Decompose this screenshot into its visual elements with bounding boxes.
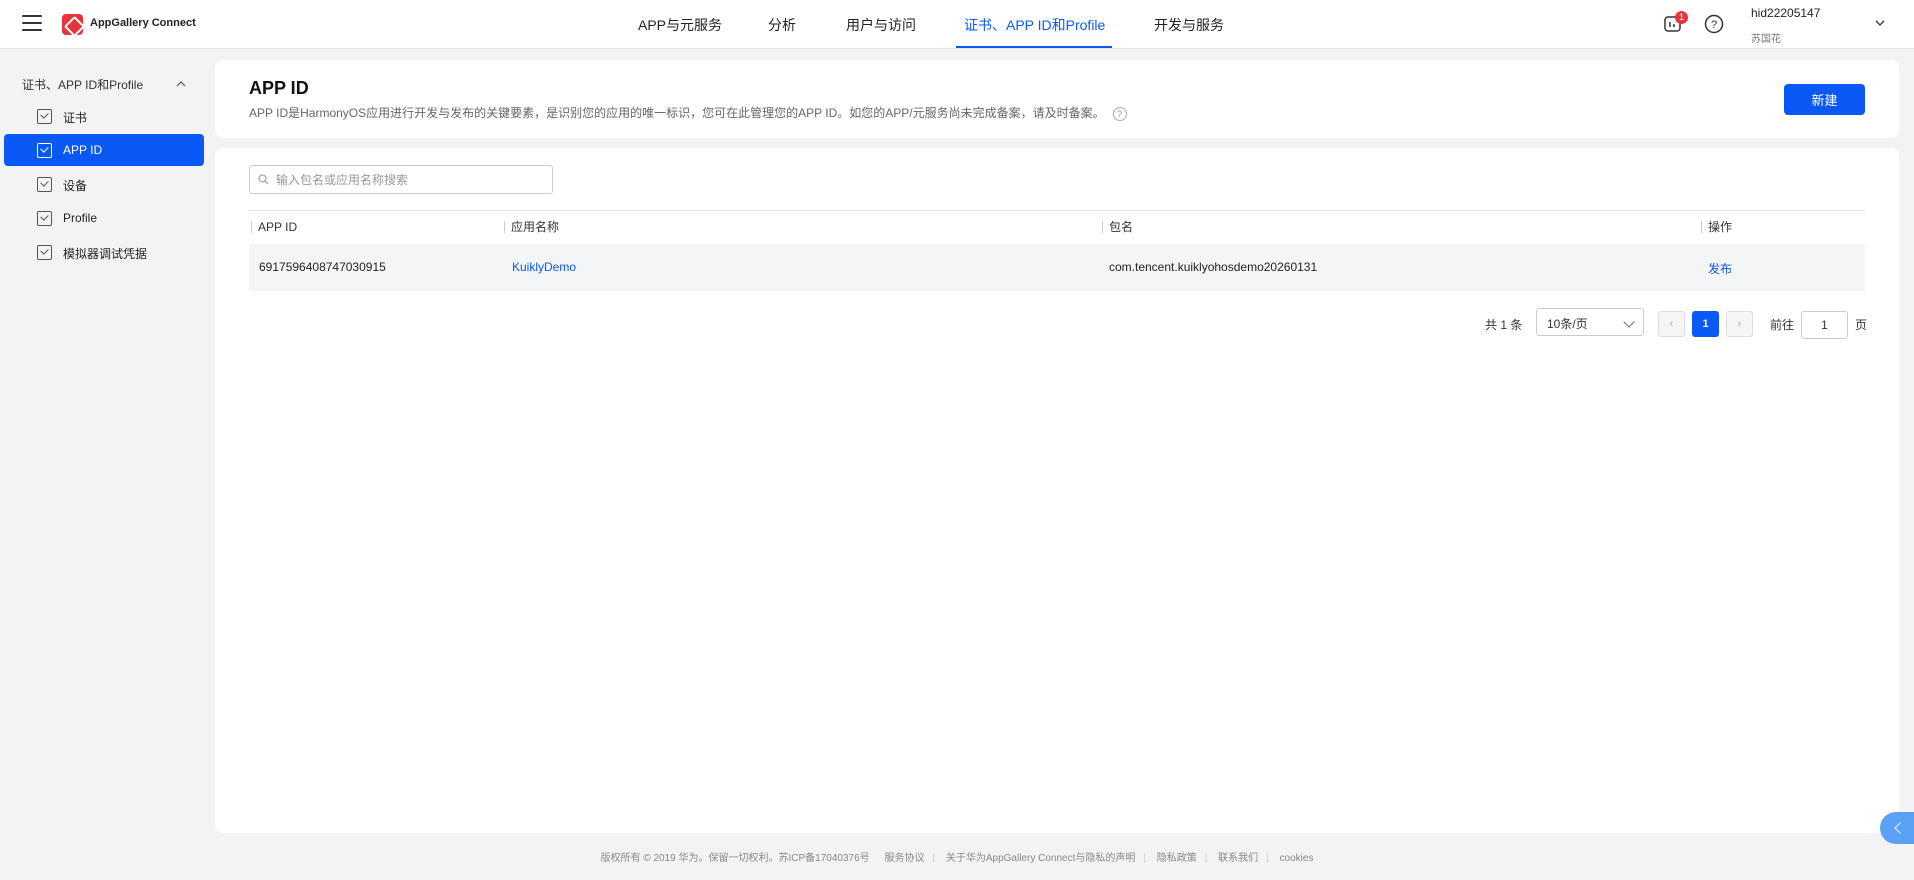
nav-users-access[interactable]: 用户与访问 [846, 15, 916, 35]
chevron-down-icon [1623, 316, 1635, 328]
profile-icon [37, 211, 52, 226]
sidebar-item-emulator-credentials[interactable]: 模拟器调试凭据 [4, 236, 204, 268]
chevron-up-icon[interactable] [175, 78, 187, 90]
device-icon [37, 177, 52, 192]
collapse-panel-tab-chevron-left-icon[interactable] [1880, 812, 1914, 844]
footer-link-privacy-statement[interactable]: 关于华为AppGallery Connect与隐私的声明 [946, 853, 1136, 864]
brand-name[interactable]: AppGallery Connect [90, 17, 196, 29]
sidebar-item-label: 设备 [63, 179, 88, 193]
cell-package-name: com.tencent.kuiklyohosdemo20260131 [1109, 260, 1318, 274]
sidebar-group-label[interactable]: 证书、APP ID和Profile [22, 76, 143, 93]
content-card: APP ID 应用名称 包名 操作 6917596408747030915 Ku… [215, 148, 1899, 833]
app-id-icon [37, 143, 52, 158]
search-icon [258, 174, 269, 185]
nav-certificates[interactable]: 证书、APP ID和Profile [964, 15, 1105, 35]
prev-page-button[interactable]: ‹ [1658, 311, 1685, 337]
goto-label: 前往 [1770, 318, 1795, 332]
footer-link-service-agreement[interactable]: 服务协议 [884, 853, 924, 864]
column-header-app-name: 应用名称 [504, 221, 559, 233]
next-page-button[interactable]: › [1726, 311, 1753, 337]
sidebar-item-label: 模拟器调试凭据 [63, 247, 148, 261]
svg-text:?: ? [1711, 19, 1717, 31]
notification-badge: 1 [1675, 11, 1688, 24]
menu-icon[interactable] [22, 15, 42, 31]
search-input[interactable] [276, 170, 546, 190]
chevron-down-icon[interactable] [1874, 17, 1886, 29]
table-header: APP ID 应用名称 包名 操作 [249, 210, 1865, 244]
nav-active-indicator [956, 46, 1112, 48]
publish-action-link[interactable]: 发布 [1708, 260, 1732, 277]
footer-copyright: 版权所有 © 2019 华为。保留一切权利。苏ICP备17040376号 [600, 853, 870, 864]
top-bar: AppGallery Connect APP与元服务 分析 用户与访问 证书、A… [0, 0, 1914, 49]
question-circle-icon[interactable]: ? [1112, 106, 1127, 121]
footer: 版权所有 © 2019 华为。保留一切权利。苏ICP备17040376号 服务协… [600, 853, 1314, 864]
goto-page-input[interactable] [1801, 311, 1848, 339]
sidebar: 证书、APP ID和Profile 证书 APP ID 设备 Profile 模… [0, 50, 210, 880]
user-account-name[interactable]: hid22205147 [1751, 6, 1820, 20]
footer-link-contact[interactable]: 联系我们 [1218, 853, 1258, 864]
sidebar-item-profile[interactable]: Profile [4, 202, 204, 234]
column-header-action: 操作 [1701, 221, 1732, 233]
cell-app-name-link[interactable]: KuiklyDemo [512, 260, 576, 274]
nav-dev-services[interactable]: 开发与服务 [1154, 15, 1224, 35]
certificate-icon [37, 109, 52, 124]
new-app-id-button[interactable]: 新建 [1784, 84, 1865, 115]
page-header-card: APP ID APP ID是HarmonyOS应用进行开发与发布的关键要素，是识… [215, 60, 1899, 138]
sidebar-item-label: Profile [63, 211, 98, 225]
footer-link-cookies[interactable]: cookies [1280, 853, 1314, 864]
help-icon[interactable]: ? [1703, 13, 1725, 35]
nav-app-services[interactable]: APP与元服务 [638, 15, 722, 35]
footer-link-privacy-policy[interactable]: 隐私政策 [1157, 853, 1197, 864]
sidebar-item-app-id[interactable]: APP ID [4, 134, 204, 166]
column-header-app-id: APP ID [251, 221, 297, 233]
search-box[interactable] [249, 165, 553, 194]
sidebar-item-label: 证书 [63, 111, 88, 125]
sidebar-item-certificates[interactable]: 证书 [4, 100, 204, 132]
pagination-total: 共 1 条 [1485, 318, 1523, 332]
cell-app-id: 6917596408747030915 [259, 260, 386, 274]
page-description: APP ID是HarmonyOS应用进行开发与发布的关键要素，是识别您的应用的唯… [249, 104, 1127, 121]
nav-analytics[interactable]: 分析 [768, 15, 796, 35]
user-real-name: 苏国花 [1751, 34, 1781, 45]
sidebar-item-devices[interactable]: 设备 [4, 168, 204, 200]
emulator-icon [37, 245, 52, 260]
goto-suffix: 页 [1855, 318, 1868, 332]
page-size-select[interactable]: 10条/页 [1536, 308, 1644, 336]
page-1-button[interactable]: 1 [1692, 311, 1719, 337]
column-header-package: 包名 [1102, 221, 1133, 233]
page-description-text: APP ID是HarmonyOS应用进行开发与发布的关键要素，是识别您的应用的唯… [249, 106, 1105, 120]
appgallery-logo-icon[interactable] [62, 14, 83, 35]
sidebar-item-label: APP ID [63, 143, 103, 157]
page-size-value: 10条/页 [1547, 317, 1588, 331]
page-title: APP ID [249, 78, 309, 98]
table-row: 6917596408747030915 KuiklyDemo com.tence… [249, 244, 1865, 291]
